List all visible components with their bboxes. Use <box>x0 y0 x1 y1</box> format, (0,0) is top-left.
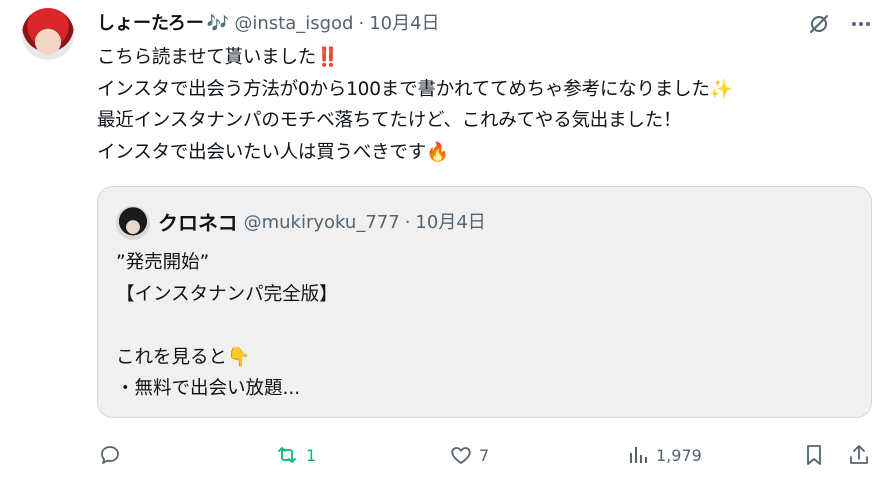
views-bars-icon <box>626 443 650 467</box>
top-right-icons <box>807 12 873 36</box>
quoted-line: ”発売開始” <box>116 252 210 273</box>
share-button[interactable] <box>847 438 871 472</box>
tweet-header: しょーたろー 🎶 @insta_isgod · 10月4日 <box>97 10 440 38</box>
bookmark-button[interactable] <box>802 438 826 472</box>
avatar[interactable] <box>22 8 74 60</box>
repost-button[interactable]: 1 <box>274 438 316 472</box>
more-dots-icon[interactable] <box>849 12 873 36</box>
quoted-line: これを見ると👇 <box>116 346 251 368</box>
tweet-text: こちら読ませて貰いました‼️ インスタで出会う方法が0から100まで書かれててめ… <box>97 42 733 168</box>
separator-dot: · <box>358 13 365 34</box>
action-bar: 1 7 1,979 <box>0 438 891 472</box>
tweet-line: インスタで出会う方法が0から100まで書かれててめちゃ参考になりました✨ <box>97 78 733 100</box>
quoted-line: ・無料で出会い放題... <box>116 378 301 399</box>
user-handle[interactable]: @insta_isgod <box>234 10 353 38</box>
quoted-text: ”発売開始” 【インスタナンパ完全版】 これを見ると👇 ・無料で出会い放題... <box>116 247 338 405</box>
tweet-line: インスタで出会いたい人は買うべきです🔥 <box>97 141 449 163</box>
repost-count: 1 <box>306 445 317 465</box>
reply-button[interactable] <box>98 438 128 472</box>
quoted-handle: @mukiryoku_777 <box>243 212 400 233</box>
views-count: 1,979 <box>656 445 702 465</box>
separator-dot: · <box>404 212 411 233</box>
grok-slash-icon[interactable] <box>807 12 831 36</box>
tweet-line: こちら読ませて貰いました‼️ <box>97 47 339 68</box>
quoted-tweet[interactable]: クロネコ @mukiryoku_777 · 10月4日 ”発売開始” 【インスタ… <box>97 186 872 418</box>
quoted-date: 10月4日 <box>415 212 486 233</box>
tweet-line: 最近インスタナンパのモチベ落ちてたけど、これみてやる気出ました！ <box>97 110 682 131</box>
quoted-header: クロネコ @mukiryoku_777 · 10月4日 <box>158 209 486 237</box>
quoted-line <box>116 310 338 342</box>
post-date[interactable]: 10月4日 <box>369 10 439 38</box>
music-note-icon: 🎶 <box>206 13 230 34</box>
quoted-avatar[interactable] <box>116 206 150 240</box>
bookmark-icon <box>802 443 826 467</box>
like-button[interactable]: 7 <box>449 438 489 472</box>
display-name[interactable]: しょーたろー <box>97 10 204 38</box>
views-button[interactable]: 1,979 <box>626 438 702 472</box>
quoted-line: 【インスタナンパ完全版】 <box>116 283 338 305</box>
like-count: 7 <box>479 445 490 465</box>
reply-icon <box>98 443 122 467</box>
quoted-display-name: クロネコ <box>158 211 238 235</box>
share-icon <box>847 443 871 467</box>
heart-icon <box>449 443 473 467</box>
repost-icon <box>274 443 300 467</box>
